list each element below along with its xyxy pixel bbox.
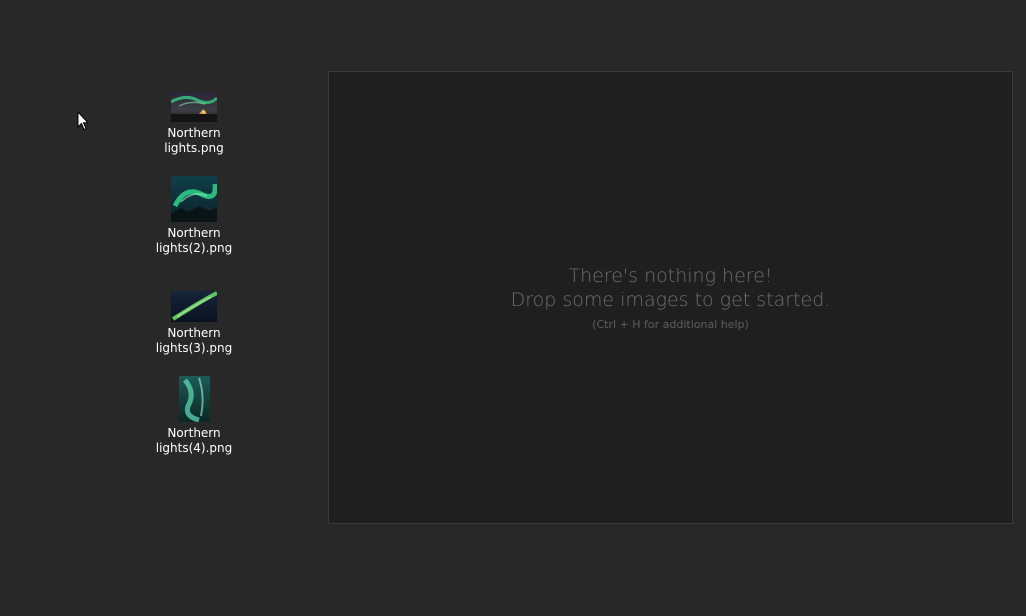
arrow-cursor-icon bbox=[77, 110, 90, 135]
image-thumbnail-icon bbox=[178, 376, 210, 422]
empty-state-title: There's nothing here! bbox=[568, 265, 773, 287]
file-icon-northern-lights[interactable]: Northern lights.png bbox=[149, 76, 239, 156]
image-drop-zone[interactable]: There's nothing here! Drop some images t… bbox=[328, 71, 1013, 524]
file-icon-northern-lights-3[interactable]: Northern lights(3).png bbox=[149, 276, 239, 356]
file-name: Northern lights(3).png bbox=[155, 326, 233, 355]
file-name: Northern lights(4).png bbox=[155, 426, 233, 455]
image-thumbnail-icon bbox=[171, 291, 217, 322]
help-hint: (Ctrl + H for additional help) bbox=[592, 318, 749, 331]
image-thumbnail-icon bbox=[171, 176, 217, 222]
file-name: Northern lights.png bbox=[164, 126, 224, 155]
file-name: Northern lights(2).png bbox=[155, 226, 233, 255]
image-thumbnail-icon bbox=[171, 92, 217, 122]
desktop: Northern lights.png Northern lights(2).p… bbox=[0, 0, 1026, 616]
file-icon-northern-lights-2[interactable]: Northern lights(2).png bbox=[149, 176, 239, 256]
empty-state-subtitle: Drop some images to get started. bbox=[510, 289, 831, 311]
file-icon-northern-lights-4[interactable]: Northern lights(4).png bbox=[149, 376, 239, 456]
